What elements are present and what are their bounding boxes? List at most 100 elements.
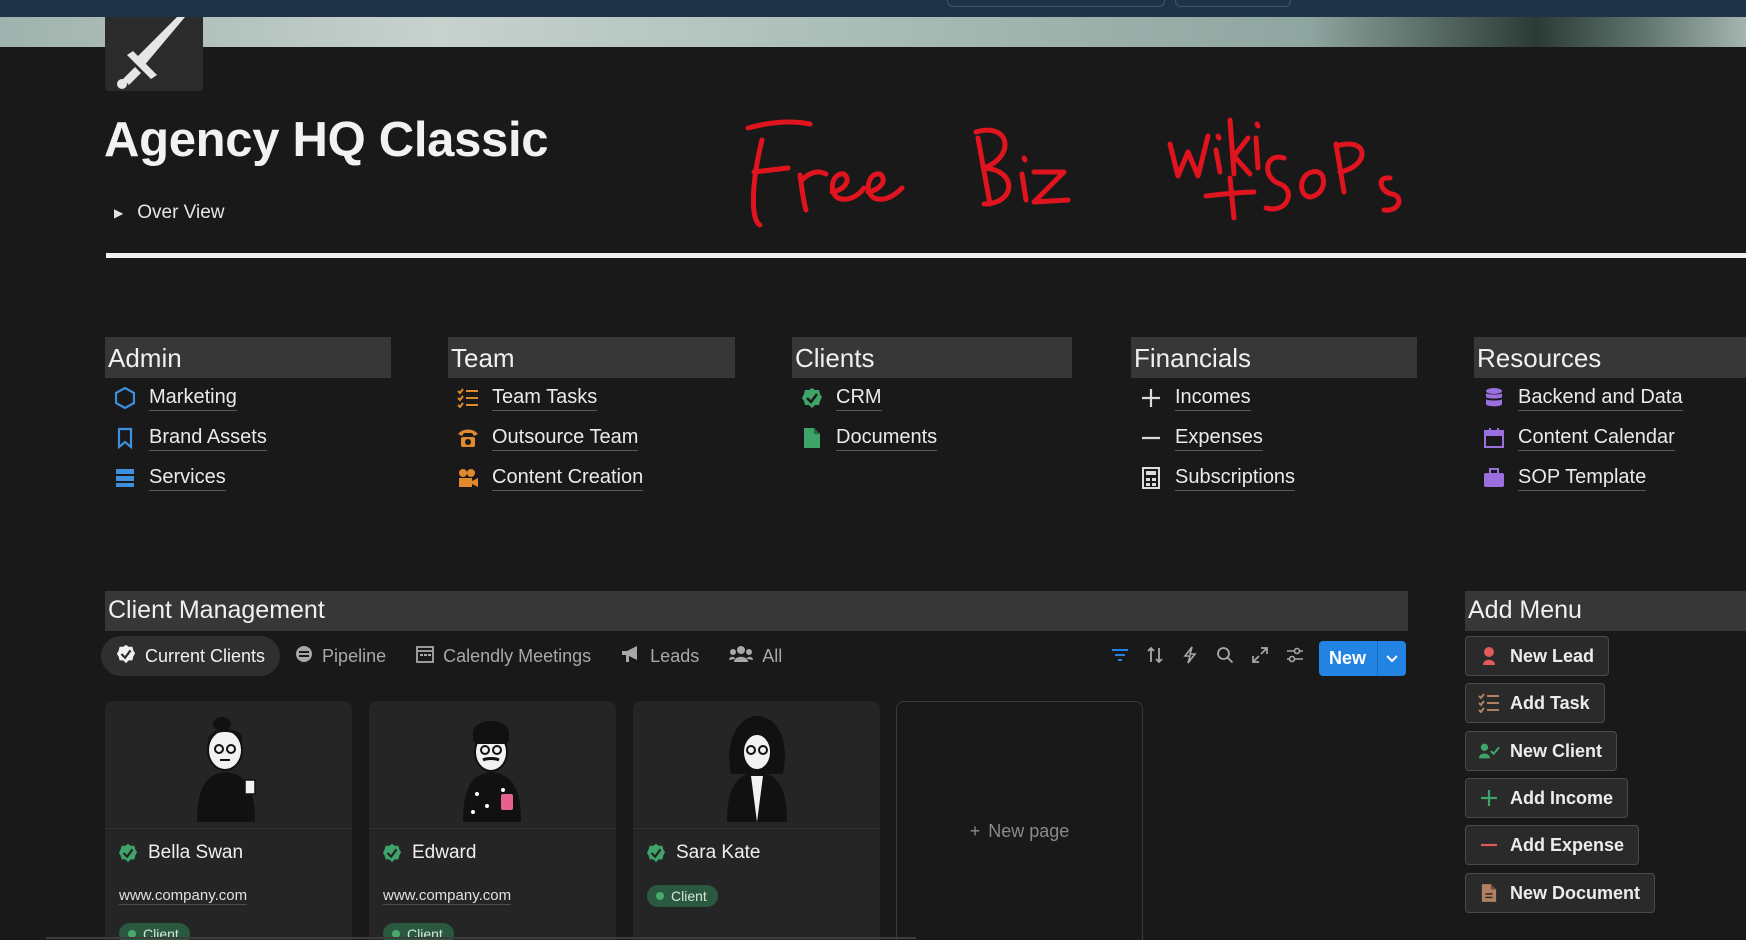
checklist-icon <box>456 386 480 410</box>
client-management-heading: Client Management <box>105 591 1408 631</box>
hexagon-icon <box>113 386 137 410</box>
add-menu-heading: Add Menu <box>1465 591 1746 631</box>
person-illustration-icon <box>462 720 521 822</box>
plus-icon <box>1478 787 1500 809</box>
client-website-link[interactable]: www.company.com <box>119 887 248 905</box>
link-brand-assets[interactable]: Brand Assets <box>105 418 391 458</box>
browser-top-bar <box>0 0 1746 17</box>
plus-icon: + <box>969 820 981 841</box>
link-marketing[interactable]: Marketing <box>105 378 391 418</box>
client-name: Bella Swan <box>118 842 243 864</box>
calendar-icon <box>416 645 434 668</box>
sort-icon[interactable] <box>1143 643 1167 667</box>
tab-calendly-meetings[interactable]: Calendly Meetings <box>401 636 606 676</box>
overview-toggle[interactable]: ▶ Over View <box>114 202 225 224</box>
verified-check-icon <box>646 843 666 863</box>
pipeline-icon <box>295 645 313 668</box>
category-title: Team <box>448 337 735 378</box>
tab-all[interactable]: All <box>714 636 797 676</box>
link-subscriptions[interactable]: Subscriptions <box>1131 458 1417 498</box>
tab-leads[interactable]: Leads <box>606 636 714 676</box>
client-card[interactable]: Bella Swan www.company.com Client <box>105 701 352 940</box>
calendar-icon <box>1482 426 1506 450</box>
link-sop-template[interactable]: SOP Template <box>1474 458 1746 498</box>
avatar <box>105 701 352 829</box>
link-documents[interactable]: Documents <box>792 418 1072 458</box>
document-icon <box>1478 882 1500 904</box>
link-content-creation[interactable]: Content Creation <box>448 458 735 498</box>
avatar <box>369 701 616 829</box>
link-content-calendar[interactable]: Content Calendar <box>1474 418 1746 458</box>
person-icon <box>1478 645 1500 667</box>
new-lead-button[interactable]: New Lead <box>1465 636 1610 676</box>
new-client-button[interactable]: New Client <box>1465 731 1618 771</box>
scroll-divider <box>46 937 916 939</box>
person-illustration-icon <box>196 717 256 822</box>
person-check-icon <box>1478 740 1500 762</box>
link-team-tasks[interactable]: Team Tasks <box>448 378 735 418</box>
document-icon <box>800 426 824 450</box>
category-resources: Resources Backend and Data Content Calen… <box>1474 337 1746 498</box>
link-crm[interactable]: CRM <box>792 378 1072 418</box>
category-admin: Admin Marketing Brand Assets Services <box>105 337 391 498</box>
add-expense-button[interactable]: Add Expense <box>1465 825 1640 865</box>
people-icon <box>729 645 754 668</box>
checklist-icon <box>1478 692 1500 714</box>
category-clients: Clients CRM Documents <box>792 337 1072 458</box>
sword-icon <box>117 17 185 89</box>
divider <box>106 253 1746 258</box>
view-tabs: Current Clients Pipeline Calendly Meetin… <box>101 636 797 676</box>
handwritten-annotation <box>745 117 1402 228</box>
settings-sliders-icon[interactable] <box>1283 643 1307 667</box>
toggle-arrow-icon[interactable]: ▶ <box>114 206 123 220</box>
top-bar-tab[interactable] <box>1175 0 1291 7</box>
add-income-button[interactable]: Add Income <box>1465 778 1629 818</box>
add-task-button[interactable]: Add Task <box>1465 683 1605 723</box>
client-name: Sara Kate <box>646 842 761 864</box>
cover-image <box>0 17 1746 47</box>
calculator-icon <box>1139 466 1163 490</box>
search-icon[interactable] <box>1213 643 1237 667</box>
server-icon <box>113 466 137 490</box>
client-website-link[interactable]: www.company.com <box>383 887 512 905</box>
tab-pipeline[interactable]: Pipeline <box>280 636 401 676</box>
client-name: Edward <box>382 842 476 864</box>
new-record-button[interactable]: New <box>1319 641 1407 676</box>
person-illustration-icon <box>726 716 787 822</box>
verified-check-icon <box>116 644 136 669</box>
database-icon <box>1482 386 1506 410</box>
new-page-card[interactable]: + New page <box>896 701 1143 940</box>
toggle-label: Over View <box>137 202 225 223</box>
chevron-down-icon[interactable] <box>1377 641 1407 676</box>
minus-icon <box>1139 426 1163 450</box>
category-title: Admin <box>105 337 391 378</box>
category-title: Financials <box>1131 337 1417 378</box>
verified-check-icon <box>382 843 402 863</box>
link-incomes[interactable]: Incomes <box>1131 378 1417 418</box>
link-backend-and-data[interactable]: Backend and Data <box>1474 378 1746 418</box>
client-card[interactable]: Sara Kate Client <box>633 701 880 940</box>
category-title: Clients <box>792 337 1072 378</box>
link-outsource-team[interactable]: Outsource Team <box>448 418 735 458</box>
bookmark-icon <box>113 426 137 450</box>
verified-check-icon <box>118 843 138 863</box>
status-badge: Client <box>647 885 718 907</box>
phone-icon <box>456 426 480 450</box>
verified-check-icon <box>800 386 824 410</box>
avatar <box>633 701 880 829</box>
tab-current-clients[interactable]: Current Clients <box>101 636 281 676</box>
link-services[interactable]: Services <box>105 458 391 498</box>
automation-bolt-icon[interactable] <box>1178 643 1202 667</box>
view-toolbar <box>1108 643 1307 667</box>
link-expenses[interactable]: Expenses <box>1131 418 1417 458</box>
category-financials: Financials Incomes Expenses Subscription… <box>1131 337 1417 498</box>
new-document-button[interactable]: New Document <box>1465 873 1656 913</box>
top-bar-tab[interactable] <box>947 0 1165 7</box>
new-button-label[interactable]: New <box>1319 641 1378 676</box>
expand-icon[interactable] <box>1248 643 1272 667</box>
filter-icon[interactable] <box>1108 643 1132 667</box>
video-camera-icon <box>456 466 480 490</box>
page-icon[interactable] <box>105 17 203 91</box>
client-card[interactable]: Edward www.company.com Client <box>369 701 616 940</box>
briefcase-icon <box>1482 466 1506 490</box>
